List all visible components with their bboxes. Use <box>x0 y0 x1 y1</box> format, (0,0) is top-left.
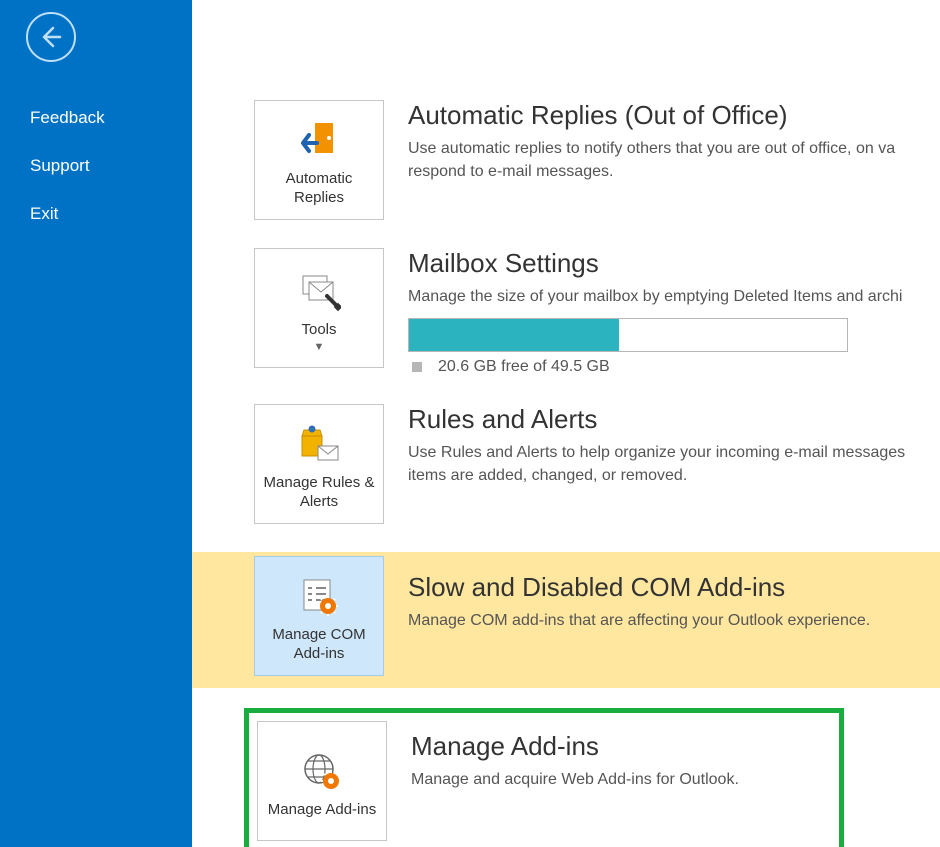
tools-dropdown-chevron-icon: ▼ <box>314 341 325 353</box>
web-addins-title: Manage Add-ins <box>411 731 833 762</box>
mailbox-storage-progress <box>408 318 848 352</box>
automatic-replies-button[interactable]: Automatic Replies <box>254 100 384 220</box>
back-button[interactable] <box>26 12 76 62</box>
backstage-sidebar: Feedback Support Exit <box>0 0 192 847</box>
manage-com-addins-label: Manage COM Add-ins <box>261 626 377 664</box>
row-com-addins: Manage COM Add-ins Slow and Disabled COM… <box>192 552 940 688</box>
automatic-replies-title: Automatic Replies (Out of Office) <box>408 100 940 131</box>
sidebar-links: Feedback Support Exit <box>0 94 192 238</box>
tools-button[interactable]: Tools ▼ <box>254 248 384 368</box>
mailbox-settings-text: Manage the size of your mailbox by empty… <box>408 285 940 308</box>
row-mailbox-settings: Tools ▼ Mailbox Settings Manage the size… <box>254 248 940 376</box>
mailbox-storage-progress-fill <box>409 319 619 351</box>
account-identity-fragment <box>192 0 940 18</box>
tools-icon <box>289 267 349 317</box>
row-rules-alerts: Manage Rules & Alerts Rules and Alerts U… <box>254 404 940 524</box>
account-actions-list: Automatic Replies Automatic Replies (Out… <box>192 100 940 847</box>
mailbox-storage-text: 20.6 GB free of 49.5 GB <box>438 358 610 376</box>
automatic-replies-desc: Automatic Replies (Out of Office) Use au… <box>408 100 940 183</box>
manage-web-addins-button[interactable]: Manage Add-ins <box>257 721 387 841</box>
sidebar-item-exit[interactable]: Exit <box>0 190 192 238</box>
backstage-main: Automatic Replies Automatic Replies (Out… <box>192 0 940 847</box>
com-addins-icon <box>289 572 349 622</box>
manage-com-addins-button[interactable]: Manage COM Add-ins <box>254 556 384 676</box>
sidebar-item-feedback[interactable]: Feedback <box>0 94 192 142</box>
tools-label: Tools <box>301 321 336 340</box>
com-addins-desc: Slow and Disabled COM Add-ins Manage COM… <box>408 552 940 632</box>
back-arrow-icon <box>38 24 64 50</box>
manage-rules-label: Manage Rules & Alerts <box>261 474 377 512</box>
app-root: Feedback Support Exit Automatic Re <box>0 0 940 847</box>
row-automatic-replies: Automatic Replies Automatic Replies (Out… <box>254 100 940 220</box>
legend-square-icon <box>412 362 422 372</box>
mailbox-storage-line: 20.6 GB free of 49.5 GB <box>408 358 940 376</box>
automatic-replies-text: Use automatic replies to notify others t… <box>408 137 940 183</box>
com-addins-title: Slow and Disabled COM Add-ins <box>408 572 940 603</box>
mailbox-settings-desc: Mailbox Settings Manage the size of your… <box>408 248 940 376</box>
automatic-replies-label: Automatic Replies <box>261 170 377 208</box>
manage-web-addins-label: Manage Add-ins <box>268 801 376 820</box>
rules-alerts-icon <box>289 420 349 470</box>
web-addins-desc: Manage Add-ins Manage and acquire Web Ad… <box>411 721 833 791</box>
web-addins-icon <box>292 747 352 797</box>
annotation-manage-addins: Manage Add-ins Manage Add-ins Manage and… <box>244 708 844 847</box>
mailbox-settings-title: Mailbox Settings <box>408 248 940 279</box>
rules-alerts-text: Use Rules and Alerts to help organize yo… <box>408 441 940 487</box>
automatic-replies-icon <box>289 116 349 166</box>
sidebar-item-support[interactable]: Support <box>0 142 192 190</box>
web-addins-text: Manage and acquire Web Add-ins for Outlo… <box>411 768 833 791</box>
rules-alerts-desc: Rules and Alerts Use Rules and Alerts to… <box>408 404 940 487</box>
com-addins-text: Manage COM add-ins that are affecting yo… <box>408 609 940 632</box>
rules-alerts-title: Rules and Alerts <box>408 404 940 435</box>
manage-rules-button[interactable]: Manage Rules & Alerts <box>254 404 384 524</box>
